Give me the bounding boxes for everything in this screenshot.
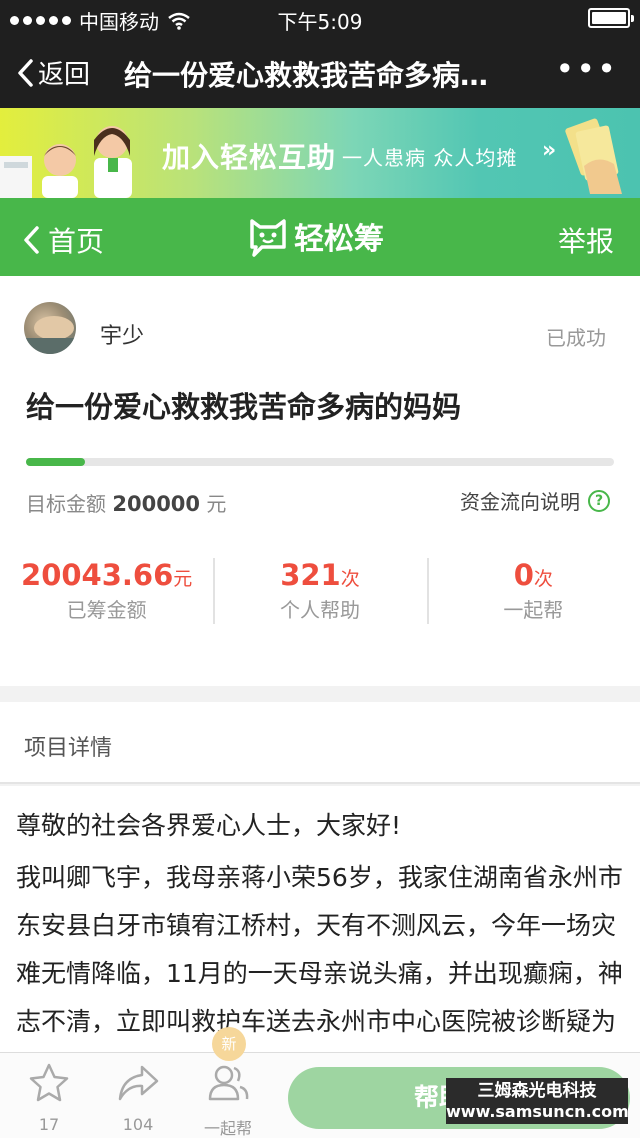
stat-value: 321 bbox=[280, 558, 341, 592]
watermark-line1: 三姆森光电科技 bbox=[477, 1081, 597, 1101]
target-amount: 目标金额 200000 元 bbox=[26, 488, 226, 517]
stat-value: 0 bbox=[513, 558, 534, 592]
battery-fill bbox=[592, 12, 626, 24]
share-count: 104 bbox=[122, 1115, 154, 1134]
question-icon: ? bbox=[588, 489, 610, 512]
details-section-header: 项目详情 bbox=[0, 702, 640, 784]
share-arrow-icon bbox=[118, 1065, 159, 1101]
watermark-line2: www.samsuncn.com bbox=[446, 1102, 629, 1121]
stat-label: 一起帮 bbox=[503, 598, 564, 622]
favorite-count: 17 bbox=[38, 1115, 60, 1134]
star-icon bbox=[29, 1063, 69, 1102]
home-label: 首页 bbox=[48, 225, 105, 258]
report-button[interactable]: 举报 bbox=[558, 220, 614, 260]
page-title: 给一份爱心救救我苦命多病… bbox=[124, 59, 489, 92]
status-time: 下午5:09 bbox=[277, 10, 363, 34]
banner-subtitle: 一人患病 众人均摊 bbox=[342, 146, 518, 170]
target-label: 目标金额 bbox=[26, 492, 106, 516]
watermark: 三姆森光电科技 www.samsuncn.com bbox=[446, 1078, 629, 1124]
stat-raised: 20043.66元 已筹金额 bbox=[0, 558, 213, 628]
details-paragraph: 我叫卿飞宇，我母亲蒋小荣56岁，我家住湖南省永州市东安县白牙市镇宥江桥村，天有不… bbox=[16, 863, 623, 1066]
avatar-photo-icon bbox=[24, 316, 76, 354]
together-button[interactable]: 一起帮 bbox=[193, 1061, 263, 1138]
stat-label: 已筹金额 bbox=[66, 598, 147, 622]
illustration-people-icon bbox=[0, 126, 132, 198]
home-button[interactable]: 首页 bbox=[22, 220, 104, 260]
target-value: 200000 bbox=[112, 492, 201, 516]
stat-label: 个人帮助 bbox=[279, 598, 360, 622]
details-content: 尊敬的社会各界爱心人士，大家好! 我叫卿飞宇，我母亲蒋小荣56岁，我家住湖南省永… bbox=[0, 786, 640, 1066]
cat-logo-icon bbox=[250, 219, 286, 257]
progress-bar bbox=[26, 458, 614, 466]
stat-helps: 321次 个人帮助 bbox=[213, 558, 426, 628]
chevron-left-icon bbox=[18, 58, 33, 87]
status-bar: 中国移动 下午5:09 bbox=[0, 0, 640, 36]
wechat-nav-bar: 返回 给一份爱心救救我苦命多病… ••• bbox=[0, 36, 640, 108]
chevron-left-icon bbox=[24, 226, 39, 254]
stats-row: 20043.66元 已筹金额 321次 个人帮助 0次 一起帮 bbox=[0, 558, 640, 628]
battery-icon bbox=[588, 8, 634, 28]
back-label: 返回 bbox=[38, 60, 91, 90]
target-unit: 元 bbox=[206, 492, 227, 516]
people-icon bbox=[208, 1065, 249, 1101]
promo-banner[interactable]: 加入轻松互助 一人患病 众人均摊 » bbox=[0, 108, 640, 198]
more-menu-button[interactable]: ••• bbox=[555, 50, 618, 88]
back-button[interactable]: 返回 bbox=[16, 54, 90, 91]
logo-text: 轻松筹 bbox=[294, 222, 384, 257]
project-card: 宇少 已成功 给一份爱心救救我苦命多病的妈妈 目标金额 200000 元 资金流… bbox=[0, 276, 640, 686]
avatar[interactable] bbox=[24, 302, 76, 354]
new-badge: 新 bbox=[212, 1027, 246, 1061]
fund-flow-label: 资金流向说明 bbox=[460, 490, 580, 514]
banner-title: 加入轻松互助 bbox=[162, 141, 337, 174]
fund-flow-link[interactable]: 资金流向说明 ? bbox=[460, 486, 610, 515]
app-header: 首页 轻松筹 举报 bbox=[0, 198, 640, 276]
project-title: 给一份爱心救救我苦命多病的妈妈 bbox=[26, 390, 462, 424]
app-logo: 轻松筹 bbox=[248, 214, 384, 258]
stat-unit: 元 bbox=[173, 568, 193, 590]
progress-fill bbox=[26, 458, 85, 466]
stat-unit: 次 bbox=[340, 568, 360, 590]
stat-value: 20043.66 bbox=[21, 558, 174, 592]
together-label: 一起帮 bbox=[203, 1119, 252, 1138]
stat-unit: 次 bbox=[533, 568, 553, 590]
status-badge: 已成功 bbox=[546, 326, 606, 350]
section-title: 项目详情 bbox=[24, 736, 113, 761]
user-name[interactable]: 宇少 bbox=[100, 318, 144, 350]
money-icon bbox=[565, 118, 622, 194]
double-chevron-right-icon: » bbox=[542, 138, 557, 163]
favorite-button[interactable]: 17 bbox=[14, 1061, 84, 1134]
stat-together: 0次 一起帮 bbox=[426, 558, 640, 628]
details-paragraph: 尊敬的社会各界爱心人士，大家好! bbox=[16, 811, 402, 840]
share-button[interactable]: 104 bbox=[103, 1061, 173, 1134]
